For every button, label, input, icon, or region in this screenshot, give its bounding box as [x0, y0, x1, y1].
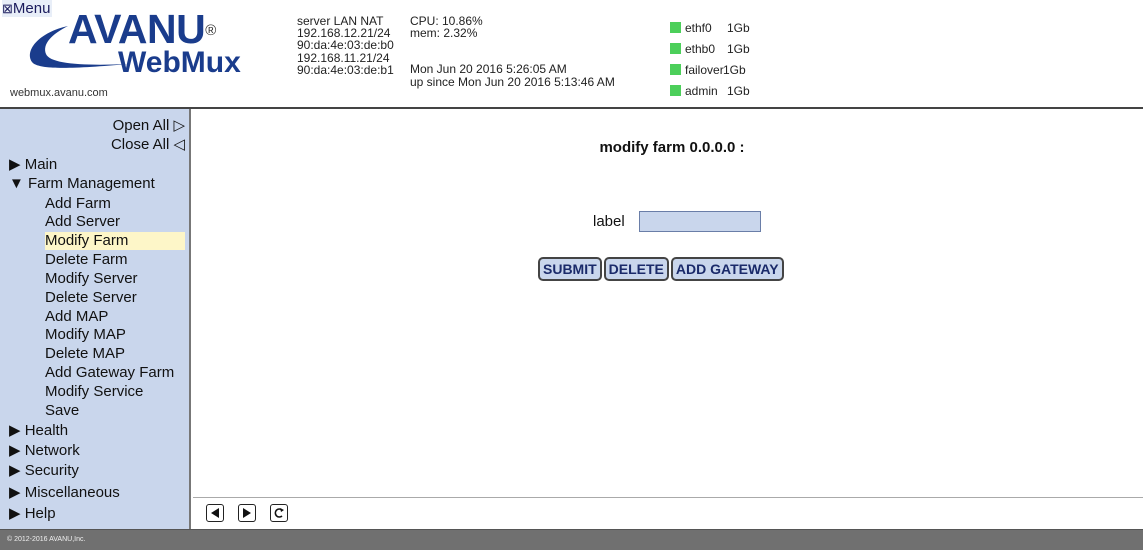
- forward-button[interactable]: [238, 504, 256, 522]
- label-row: label: [593, 211, 761, 232]
- interface-failover: failover 1Gb: [670, 59, 750, 80]
- label-caption: label: [593, 213, 625, 230]
- sidebar-item-modify-server[interactable]: Modify Server: [45, 270, 138, 288]
- close-all-link[interactable]: Close All ◁: [111, 135, 185, 153]
- add-gateway-button[interactable]: ADD GATEWAY: [670, 257, 784, 281]
- delete-button[interactable]: DELETE: [603, 257, 669, 281]
- site-url: webmux.avanu.com: [10, 87, 108, 99]
- lan-mac: 90:da:4e:03:de:b0: [297, 38, 394, 53]
- nat-ip: 192.168.11.21/24: [297, 50, 390, 65]
- menu-label: Menu: [12, 0, 51, 17]
- header: ⊠Menu AVANU® WebMux webmux.avanu.com ser…: [0, 0, 1143, 109]
- sidebar-item-main[interactable]: ▶ Main: [9, 156, 57, 174]
- mem-usage: mem: 2.32%: [410, 26, 478, 40]
- sidebar-item-miscellaneous[interactable]: ▶ Miscellaneous: [9, 484, 120, 502]
- arrow-left-icon: [211, 508, 219, 518]
- interface-list: ethf0 1Gb ethb0 1Gb failover 1Gb admin 1Gb: [670, 17, 750, 101]
- action-buttons: SUBMIT DELETE ADD GATEWAY: [538, 257, 784, 281]
- refresh-icon: [274, 508, 284, 518]
- interface-admin: admin 1Gb: [670, 80, 750, 101]
- open-all-link[interactable]: Open All ▷: [113, 116, 185, 134]
- menu-icon: ⊠: [2, 1, 13, 16]
- interface-ethf0: ethf0 1Gb: [670, 17, 750, 38]
- interface-ethb0: ethb0 1Gb: [670, 38, 750, 59]
- sidebar-item-delete-server[interactable]: Delete Server: [45, 289, 137, 307]
- refresh-button[interactable]: [270, 504, 288, 522]
- server-info: server LAN NAT 192.168.12.21/24 90:da:4e…: [297, 15, 394, 76]
- back-button[interactable]: [206, 504, 224, 522]
- label-input[interactable]: [638, 211, 761, 232]
- brand-name: AVANU®: [68, 6, 216, 52]
- main-content: modify farm 0.0.0.0 : label SUBMIT DELET…: [193, 109, 1143, 529]
- sidebar-item-security[interactable]: ▶ Security: [9, 462, 79, 480]
- system-info: CPU: 10.86% mem: 2.32% Mon Jun 20 2016 5…: [410, 15, 615, 88]
- product-name: WebMux: [118, 46, 241, 79]
- navigation-bar: [193, 497, 1143, 529]
- sidebar-item-delete-map[interactable]: Delete MAP: [45, 345, 125, 363]
- sidebar-item-modify-farm[interactable]: Modify Farm: [45, 232, 185, 250]
- sidebar-item-add-server[interactable]: Add Server: [45, 213, 120, 231]
- status-icon: [670, 85, 681, 96]
- sidebar-item-add-map[interactable]: Add MAP: [45, 308, 108, 326]
- sidebar-item-help[interactable]: ▶ Help: [9, 505, 56, 523]
- sidebar-item-modify-map[interactable]: Modify MAP: [45, 326, 126, 344]
- status-icon: [670, 43, 681, 54]
- arrow-right-icon: [243, 508, 251, 518]
- menu-button[interactable]: ⊠Menu: [2, 0, 53, 17]
- sidebar-item-save[interactable]: Save: [45, 402, 79, 420]
- footer: © 2012-2016 AVANU,Inc.: [0, 529, 1143, 550]
- sidebar: Open All ▷ Close All ◁ ▶ Main ▼ Farm Man…: [0, 109, 191, 529]
- sidebar-item-modify-service[interactable]: Modify Service: [45, 383, 143, 401]
- submit-button[interactable]: SUBMIT: [538, 257, 602, 281]
- sidebar-item-health[interactable]: ▶ Health: [9, 422, 68, 440]
- status-icon: [670, 22, 681, 33]
- status-icon: [670, 64, 681, 75]
- sidebar-item-add-gateway-farm[interactable]: Add Gateway Farm: [45, 364, 174, 382]
- sidebar-item-delete-farm[interactable]: Delete Farm: [45, 251, 128, 269]
- nat-mac: 90:da:4e:03:de:b1: [297, 62, 394, 77]
- uptime: up since Mon Jun 20 2016 5:13:46 AM: [410, 75, 615, 89]
- logo: ⊠Menu AVANU® WebMux webmux.avanu.com: [0, 0, 278, 107]
- sidebar-item-network[interactable]: ▶ Network: [9, 442, 80, 460]
- sidebar-item-add-farm[interactable]: Add Farm: [45, 195, 111, 213]
- page-title: modify farm 0.0.0.0 :: [599, 139, 745, 156]
- sidebar-item-farm-management[interactable]: ▼ Farm Management: [9, 175, 155, 193]
- copyright-text: © 2012-2016 AVANU,Inc.: [7, 536, 86, 543]
